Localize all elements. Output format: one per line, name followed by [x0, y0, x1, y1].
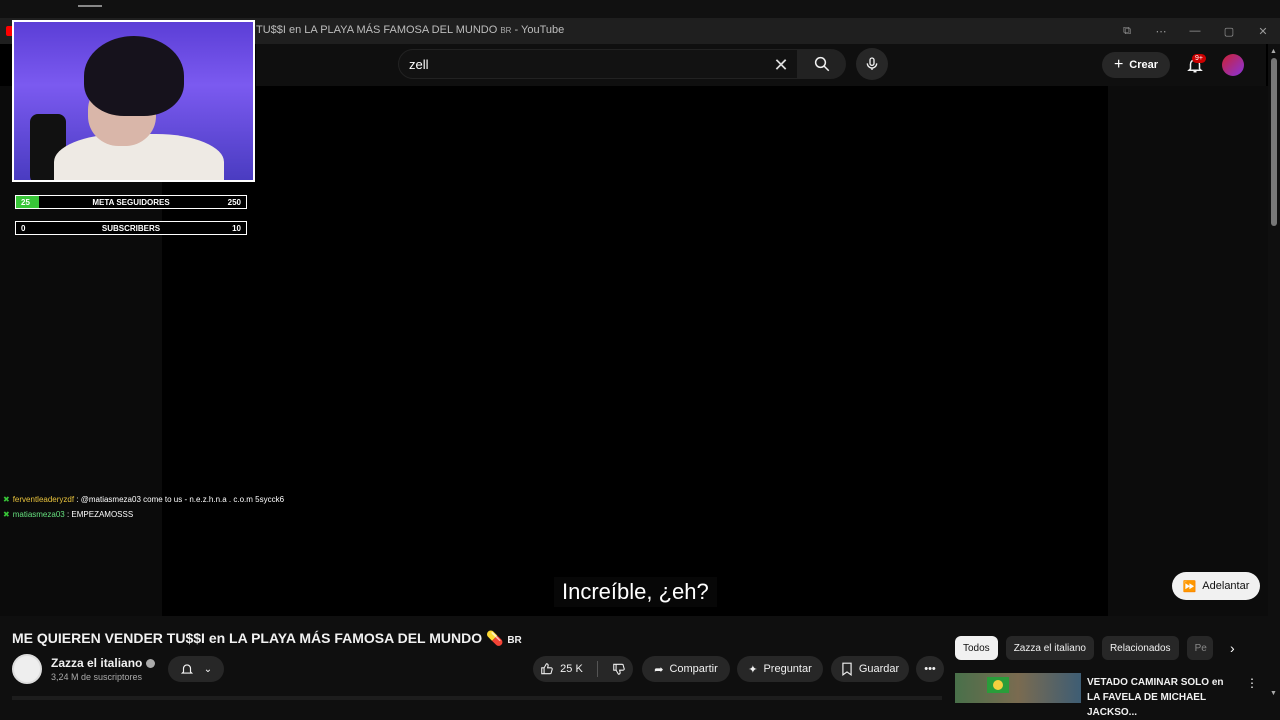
chip-related[interactable]: Relacionados — [1101, 636, 1179, 660]
follower-goal-target: 250 — [227, 198, 241, 207]
skip-label: Adelantar — [1202, 580, 1250, 592]
minimize-button[interactable]: — — [1178, 25, 1212, 37]
chat-platform-icon: ✖ — [3, 495, 10, 504]
recommendation-thumbnail[interactable] — [955, 673, 1081, 703]
more-actions-button[interactable]: ••• — [916, 656, 944, 682]
chat-platform-icon: ✖ — [3, 510, 10, 519]
chip-all[interactable]: Todos — [955, 636, 998, 660]
notification-count-badge: 9+ — [1192, 54, 1206, 63]
subscriber-count: 3,24 M de suscriptores — [51, 672, 143, 682]
clear-search-icon[interactable]: ✕ — [769, 53, 793, 77]
chat-message: ✖ matiasmeza03 : EMPEZAMOSSS — [3, 510, 133, 519]
maximize-button[interactable]: ▢ — [1212, 25, 1246, 38]
kebab-menu-icon[interactable]: ⋮ — [1246, 676, 1258, 690]
top-strip — [0, 0, 1280, 18]
search-input[interactable]: zell — [409, 57, 429, 72]
follower-goal-label: META SEGUIDORES — [92, 198, 170, 207]
chip-partial[interactable]: Pe — [1186, 636, 1213, 660]
scroll-down-arrow-icon[interactable]: ▼ — [1270, 690, 1277, 697]
channel-name[interactable]: Zazza el italiano — [51, 656, 156, 670]
skip-forward-button[interactable]: ⏩ Adelantar — [1172, 572, 1260, 600]
chip-channel[interactable]: Zazza el italiano — [1005, 636, 1094, 660]
search-icon — [814, 56, 830, 72]
pill-emoji-icon: 💊 — [486, 630, 504, 646]
save-button[interactable]: Guardar — [831, 656, 909, 682]
scrollbar-thumb[interactable] — [1271, 58, 1277, 226]
share-label: Compartir — [669, 663, 718, 675]
youtube-masthead: zell ✕ + Crear 9+ — [256, 44, 1266, 86]
ask-button[interactable]: ✦ Preguntar — [737, 656, 823, 682]
video-title: ME QUIEREN VENDER TU$$I en LA PLAYA MÁS … — [12, 630, 522, 647]
description-box-edge — [12, 696, 942, 700]
window-title: TU$$I en LA PLAYA MÁS FAMOSA DEL MUNDO B… — [256, 24, 564, 36]
streamer-webcam — [12, 20, 255, 182]
like-divider — [596, 661, 598, 677]
create-label: Crear — [1129, 59, 1159, 71]
window-title-suffix: - YouTube — [511, 24, 565, 36]
video-title-text: ME QUIEREN VENDER TU$$I en LA PLAYA MÁS … — [12, 630, 483, 646]
scroll-up-arrow-icon[interactable]: ▲ — [1270, 48, 1277, 55]
chat-username: matiasmeza03 — [12, 510, 65, 519]
save-label: Guardar — [858, 663, 900, 675]
tab-indicator — [78, 5, 102, 7]
thumbs-up-icon — [541, 663, 553, 675]
fast-forward-icon: ⏩ — [1182, 580, 1197, 593]
share-icon: ➦ — [654, 663, 664, 676]
like-count: 25 K — [560, 663, 583, 675]
ellipsis-icon: ••• — [924, 663, 936, 675]
search-box[interactable]: zell ✕ — [398, 49, 798, 79]
video-caption: Increíble, ¿eh? — [554, 577, 717, 607]
create-button[interactable]: + Crear — [1102, 52, 1170, 78]
cast-icon[interactable]: ⧉ — [1110, 25, 1144, 38]
subscriber-goal-bar: 0 SUBSCRIBERS 10 — [15, 221, 247, 235]
chevron-right-icon[interactable]: › — [1230, 640, 1235, 656]
account-avatar[interactable] — [1222, 54, 1244, 76]
chat-text: : EMPEZAMOSSS — [64, 510, 134, 519]
recommendation-title[interactable]: VETADO CAMINAR SOLO en LA FAVELA DE MICH… — [1087, 675, 1237, 720]
more-options-icon[interactable]: ⋯ — [1144, 25, 1178, 38]
follower-goal-bar: 25 META SEGUIDORES 250 — [15, 195, 247, 209]
webcam-person-hair — [84, 36, 184, 116]
recommendation-chips: Todos Zazza el italiano Relacionados Pe — [955, 636, 1213, 660]
chat-message: ✖ ferventleaderyzdf : @matiasmeza03 come … — [3, 495, 284, 504]
thumbs-down-icon[interactable] — [612, 662, 626, 676]
window-title-text: TU$$I en LA PLAYA MÁS FAMOSA DEL MUNDO — [256, 24, 498, 36]
like-button[interactable]: 25 K — [540, 662, 583, 676]
brazil-flag-image — [987, 677, 1009, 693]
player-right-shade — [1108, 86, 1268, 616]
microphone-icon — [866, 57, 878, 70]
like-dislike-group: 25 K — [533, 656, 633, 682]
plus-icon: + — [1113, 56, 1124, 73]
subscriber-goal-target: 10 — [232, 224, 241, 233]
window-controls: ⧉ ⋯ — ▢ ✕ — [1110, 18, 1280, 44]
subscriber-goal-label: SUBSCRIBERS — [101, 224, 161, 233]
window-title-tag: BR — [500, 26, 512, 35]
bell-icon — [180, 664, 193, 674]
close-window-button[interactable]: ✕ — [1246, 25, 1280, 38]
sparkle-icon: ✦ — [748, 663, 758, 676]
voice-search-button[interactable] — [856, 48, 888, 80]
channel-name-text[interactable]: Zazza el italiano — [51, 656, 142, 670]
share-button[interactable]: ➦ Compartir — [642, 656, 730, 682]
verified-icon — [146, 659, 156, 669]
subscription-bell-button[interactable]: ⌄ — [168, 656, 224, 682]
chevron-down-icon: ⌄ — [203, 663, 213, 675]
chat-text: : @matiasmeza03 come to us - n.e.z.h.n.a… — [74, 495, 285, 504]
chat-username: ferventleaderyzdf — [12, 495, 75, 504]
channel-avatar[interactable] — [12, 654, 42, 684]
video-title-tag: BR — [507, 635, 522, 646]
ask-label: Preguntar — [763, 663, 812, 675]
bookmark-icon — [842, 662, 852, 676]
search-button[interactable] — [798, 49, 846, 79]
